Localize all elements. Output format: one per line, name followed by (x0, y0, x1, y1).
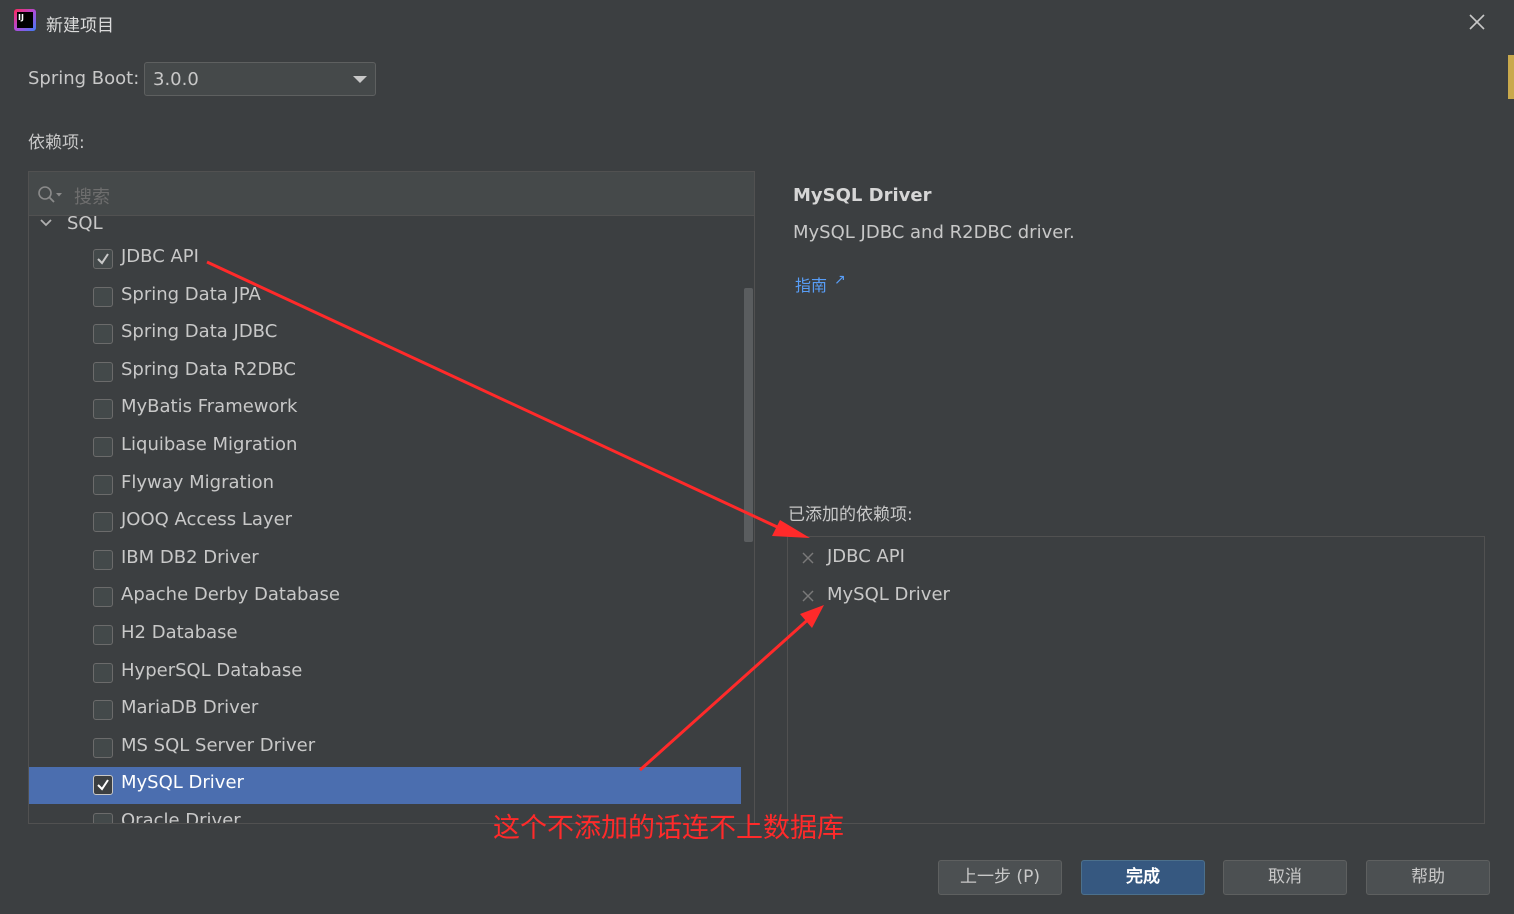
dependency-row[interactable]: Spring Data JPA (29, 279, 741, 316)
chevron-down-icon (40, 219, 52, 227)
dependency-label: MariaDB Driver (121, 697, 259, 719)
dependency-label: Apache Derby Database (121, 584, 340, 606)
finish-button[interactable]: 完成 (1081, 860, 1205, 895)
dependency-row[interactable]: MariaDB Driver (29, 692, 741, 729)
intellij-logo-icon (14, 9, 36, 31)
dependency-checkbox[interactable] (93, 361, 113, 382)
dependency-checkbox[interactable] (93, 587, 113, 608)
spring-boot-version-value: 3.0.0 (153, 69, 199, 90)
dependency-checkbox[interactable] (93, 700, 113, 721)
tree-scrollbar[interactable] (741, 216, 754, 823)
dependency-checkbox[interactable] (93, 286, 113, 307)
dependency-checkbox[interactable] (93, 399, 113, 420)
search-input[interactable]: 搜索 (29, 172, 754, 216)
checkmark-icon (97, 253, 109, 265)
annotation-text: 这个不添加的话连不上数据库 (493, 813, 844, 844)
search-icon (38, 186, 62, 203)
dependency-row[interactable]: JDBC API (29, 241, 741, 278)
dependency-row[interactable]: JOOQ Access Layer (29, 504, 741, 541)
added-item-label: JDBC API (827, 546, 905, 567)
dependency-row[interactable]: Liquibase Migration (29, 429, 741, 466)
added-item-label: MySQL Driver (827, 584, 950, 605)
tree-group-sql[interactable]: SQL (29, 212, 741, 240)
dependency-checkbox[interactable] (93, 813, 113, 823)
tree-group-label: SQL (67, 213, 103, 234)
dependency-checkbox[interactable] (93, 549, 113, 570)
dependency-row[interactable]: Flyway Migration (29, 467, 741, 504)
dependency-row[interactable]: HyperSQL Database (29, 655, 741, 692)
spring-boot-version-select[interactable]: 3.0.0 (144, 62, 376, 96)
added-item: JDBC API (788, 540, 1484, 576)
dependency-label: JOOQ Access Layer (121, 509, 293, 531)
previous-button[interactable]: 上一步 (P) (938, 860, 1062, 895)
dependency-checkbox[interactable] (93, 662, 113, 683)
dependencies-label: 依赖项: (28, 133, 85, 153)
dependency-label: MyBatis Framework (121, 396, 298, 418)
remove-icon[interactable] (802, 590, 814, 602)
dependency-row[interactable]: Spring Data R2DBC (29, 354, 741, 391)
added-dependencies-label: 已添加的依赖项: (788, 505, 913, 525)
remove-icon[interactable] (802, 552, 814, 564)
dependency-checkbox[interactable] (93, 249, 113, 269)
search-placeholder: 搜索 (74, 187, 110, 208)
dependency-label: MySQL Driver (121, 772, 244, 794)
dependency-checkbox[interactable] (93, 775, 113, 796)
dependency-label: IBM DB2 Driver (121, 546, 259, 568)
dependency-label: HyperSQL Database (121, 659, 303, 681)
dependencies-tree: SQL JDBC API Spring Data JPA Spring Data J… (29, 212, 741, 824)
dependency-checkbox[interactable] (93, 512, 113, 533)
cancel-button[interactable]: 取消 (1223, 860, 1347, 895)
dependency-label: JDBC API (121, 246, 199, 267)
dependency-checkbox[interactable] (93, 474, 113, 495)
scrollbar-thumb[interactable] (744, 288, 753, 542)
help-button[interactable]: 帮助 (1366, 860, 1490, 895)
dependency-label: MS SQL Server Driver (121, 734, 316, 756)
background-window-edge (1508, 55, 1514, 99)
dependency-checkbox[interactable] (93, 737, 113, 758)
detail-title: MySQL Driver (793, 185, 932, 206)
dependency-checkbox[interactable] (93, 324, 113, 345)
dependency-label: Spring Data JDBC (121, 321, 278, 343)
dependency-row[interactable]: Apache Derby Database (29, 579, 741, 616)
dependency-row[interactable]: Spring Data JDBC (29, 316, 741, 353)
dependency-label: Spring Data JPA (121, 283, 261, 305)
dependency-row[interactable]: IBM DB2 Driver (29, 542, 741, 579)
added-item: MySQL Driver (788, 578, 1484, 614)
dropdown-arrow-icon (353, 76, 367, 83)
dependency-label: Spring Data R2DBC (121, 358, 296, 380)
close-icon (1469, 14, 1485, 30)
dependency-row[interactable]: MS SQL Server Driver (29, 730, 741, 767)
dependencies-tree-panel: 搜索 SQL JDBC API Spring Data JPA Spring Dat… (28, 171, 755, 824)
checkmark-icon (97, 779, 109, 791)
dependency-row[interactable]: MySQL Driver (29, 767, 741, 805)
dependency-label: Flyway Migration (121, 471, 274, 493)
window-title: 新建项目 (46, 16, 114, 36)
dependency-label: H2 Database (121, 622, 238, 643)
external-link-icon: ↗ (834, 272, 846, 288)
spring-boot-label: Spring Boot: (28, 68, 140, 89)
dependency-label: Liquibase Migration (121, 434, 298, 455)
dependency-row[interactable]: H2 Database (29, 617, 741, 654)
added-dependencies-list: JDBC API MySQL Driver (787, 536, 1485, 824)
dependency-row[interactable]: MyBatis Framework (29, 391, 741, 428)
dependency-checkbox[interactable] (93, 625, 113, 645)
dependency-checkbox[interactable] (93, 437, 113, 457)
close-button[interactable] (1464, 9, 1490, 35)
detail-description: MySQL JDBC and R2DBC driver. (793, 222, 1075, 243)
guide-link[interactable]: 指南 (795, 272, 827, 296)
dependency-label: Oracle Driver (121, 810, 241, 824)
title-bar: 新建项目 (0, 0, 1514, 44)
